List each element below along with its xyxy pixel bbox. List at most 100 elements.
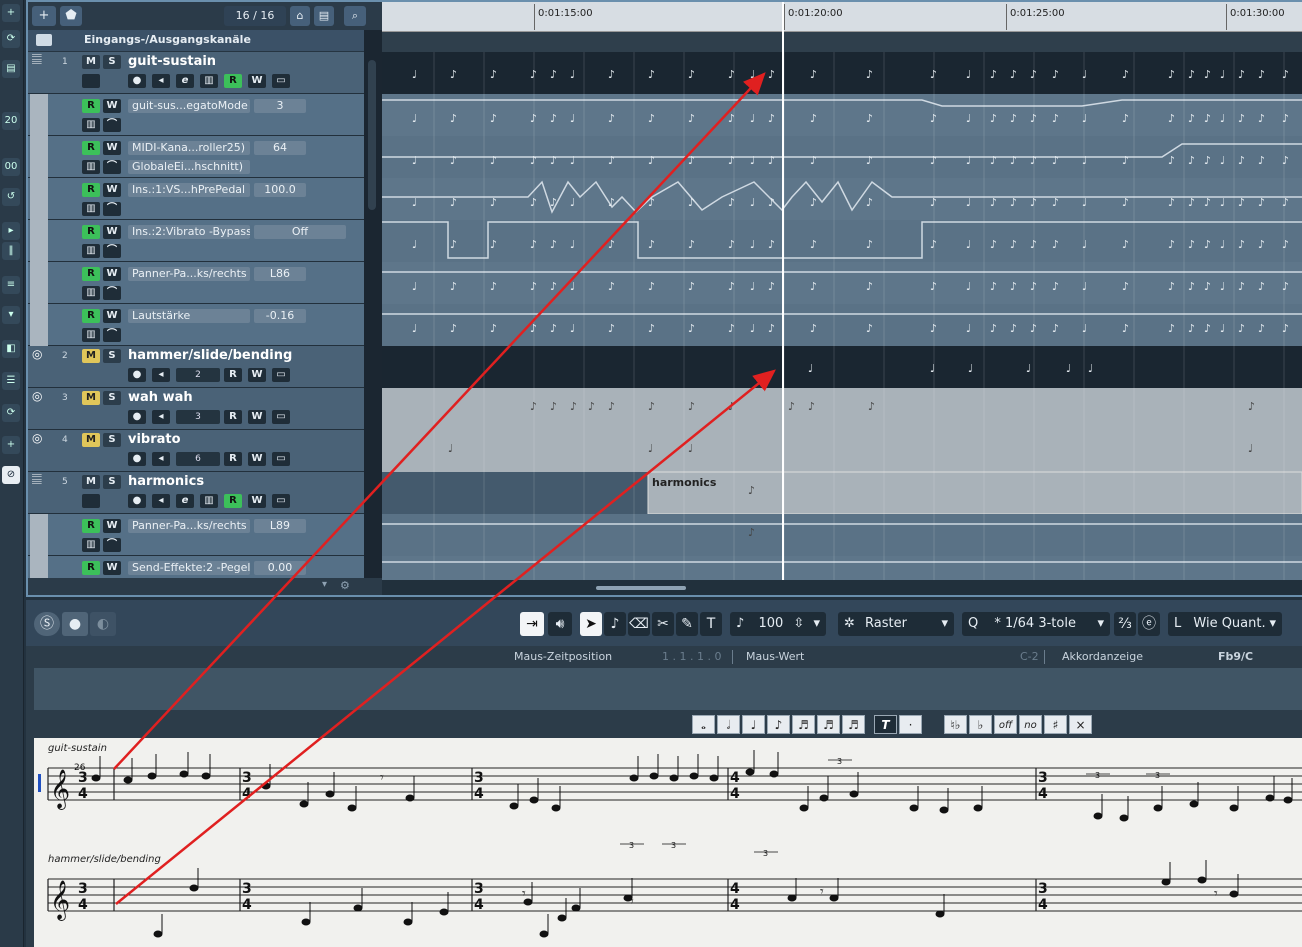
note-event[interactable]: ♩: [750, 154, 755, 167]
note-event[interactable]: ♩: [930, 362, 935, 375]
note-event[interactable]: ♪: [1122, 196, 1129, 209]
keyboard-icon[interactable]: ▥: [200, 494, 218, 508]
note-event[interactable]: ♪: [1052, 196, 1059, 209]
record-icon[interactable]: ●: [128, 368, 146, 382]
note-event[interactable]: ♪: [868, 400, 875, 413]
lane-count[interactable]: 2: [176, 368, 220, 382]
note-event[interactable]: ♪: [930, 280, 937, 293]
note-head[interactable]: [123, 776, 133, 784]
note-head[interactable]: [551, 804, 561, 812]
add-track-button[interactable]: +: [32, 6, 56, 26]
note-event[interactable]: ♩: [570, 322, 575, 335]
note-event[interactable]: ♪: [1188, 238, 1195, 251]
note-head[interactable]: [1229, 804, 1239, 812]
note-event[interactable]: ♩: [412, 196, 417, 209]
note-event[interactable]: ♪: [648, 68, 655, 81]
note-head[interactable]: [403, 918, 413, 926]
note-event[interactable]: ♩: [808, 362, 813, 375]
write-button[interactable]: W: [103, 183, 121, 197]
note-event[interactable]: ♩: [968, 362, 973, 375]
event-lanes[interactable]: ♩ ♪ ♪ ♪ ♪ ♩ ♪ ♪ ♪ ♪ ♩ ♪ ♪ ♪ ♪ ♩ ♪ ♪ ♪ ♪ ♩ ♪ ♪ ♪ ♪ ♩ ♪ ♪ ♪ ♩ ♪ ♪ ♪ ♪ ♩ ♪ ♪ ♪ ♪ ♩…: [382, 32, 1302, 580]
note-event[interactable]: ♪: [990, 154, 997, 167]
write-button[interactable]: W: [103, 519, 121, 533]
note-event[interactable]: ♩: [1220, 112, 1225, 125]
note-event[interactable]: ♪: [688, 68, 695, 81]
note-head[interactable]: [745, 768, 755, 776]
note-event[interactable]: ♪: [648, 154, 655, 167]
mute-button[interactable]: M: [82, 349, 100, 363]
note-event[interactable]: ♪: [1052, 238, 1059, 251]
note-head[interactable]: [91, 774, 101, 782]
glue-tool-icon[interactable]: ✎: [676, 612, 698, 636]
note-event[interactable]: ♪: [1188, 68, 1195, 81]
monitor-icon[interactable]: ◂: [152, 452, 170, 466]
note-event[interactable]: ♪: [1238, 196, 1245, 209]
note-event[interactable]: ♪: [1030, 280, 1037, 293]
note-event[interactable]: ♪: [1258, 154, 1265, 167]
lane-icon[interactable]: ▭: [272, 452, 290, 466]
automation-param-2[interactable]: GlobaleEi...hschnitt): [128, 160, 250, 174]
note-event[interactable]: ♪: [648, 322, 655, 335]
note-event[interactable]: ♪: [450, 68, 457, 81]
note-event[interactable]: ♩: [966, 280, 971, 293]
automation-param[interactable]: Panner-Pa...ks/rechts: [128, 519, 250, 533]
note-event[interactable]: ♪: [490, 112, 497, 125]
hide-icon[interactable]: ⌒: [103, 328, 121, 342]
lane-icon[interactable]: ▥: [82, 202, 100, 216]
note-head[interactable]: [973, 804, 983, 812]
note-event[interactable]: ♪: [1282, 238, 1289, 251]
record-icon[interactable]: ●: [128, 410, 146, 424]
note-head[interactable]: [1197, 876, 1207, 884]
note-event[interactable]: ♩: [412, 238, 417, 251]
note-event[interactable]: ♪: [1204, 238, 1211, 251]
note-event[interactable]: ♪: [1258, 68, 1265, 81]
hide-icon[interactable]: ⌒: [103, 202, 121, 216]
note-head[interactable]: [819, 794, 829, 802]
note-event[interactable]: ♩: [750, 68, 755, 81]
note-event[interactable]: ♪: [1010, 68, 1017, 81]
note-head[interactable]: [1265, 794, 1275, 802]
note-event[interactable]: ♪: [866, 112, 873, 125]
note-event[interactable]: ♪: [768, 238, 775, 251]
note-event[interactable]: ♪: [530, 154, 537, 167]
note-head[interactable]: [539, 930, 549, 938]
note-event[interactable]: ♩: [688, 442, 693, 455]
triplet-button[interactable]: T: [874, 715, 897, 734]
hide-icon[interactable]: ⌒: [103, 286, 121, 300]
note-event[interactable]: ♪: [688, 322, 695, 335]
monitor-icon[interactable]: ◂: [152, 74, 170, 88]
note-head[interactable]: [301, 918, 311, 926]
note-event[interactable]: ♪: [1030, 322, 1037, 335]
write-button[interactable]: W: [248, 368, 266, 382]
double-flat-button[interactable]: ♮♭: [944, 715, 967, 734]
note-head[interactable]: [909, 804, 919, 812]
note-event[interactable]: ♪: [648, 196, 655, 209]
pointer-tool-icon[interactable]: ➤: [580, 612, 602, 636]
lane-icon[interactable]: ▥: [82, 328, 100, 342]
note-event[interactable]: ♪: [530, 238, 537, 251]
note-event[interactable]: ♪: [728, 238, 735, 251]
note-event[interactable]: ♩: [570, 154, 575, 167]
note-event[interactable]: ♩: [570, 280, 575, 293]
note-event[interactable]: ♪: [1204, 322, 1211, 335]
automation-value[interactable]: -0.16: [254, 309, 306, 323]
note-event[interactable]: ♪: [990, 196, 997, 209]
read-button[interactable]: R: [82, 141, 100, 155]
note-event[interactable]: ♩: [1066, 362, 1071, 375]
automation-lane-1[interactable]: R W guit-sus...egatoMode 3 ▥ ⌒: [28, 94, 364, 136]
record-icon[interactable]: ●: [62, 612, 88, 636]
record-icon[interactable]: ●: [128, 452, 146, 466]
note-event[interactable]: ♪: [608, 400, 615, 413]
read-button[interactable]: R: [224, 74, 242, 88]
note-head[interactable]: [1189, 800, 1199, 808]
note-event[interactable]: ♪: [728, 280, 735, 293]
note-event[interactable]: ♪: [1282, 280, 1289, 293]
note-event[interactable]: ♩: [412, 154, 417, 167]
mute-button[interactable]: M: [82, 433, 100, 447]
automation-value[interactable]: 64: [254, 141, 306, 155]
rest-icon[interactable]: 𝄾: [1214, 886, 1218, 902]
note-event[interactable]: ♪: [1030, 154, 1037, 167]
note-head[interactable]: [709, 774, 719, 782]
note-event[interactable]: ♪: [1258, 322, 1265, 335]
plus-icon[interactable]: +: [2, 4, 20, 22]
